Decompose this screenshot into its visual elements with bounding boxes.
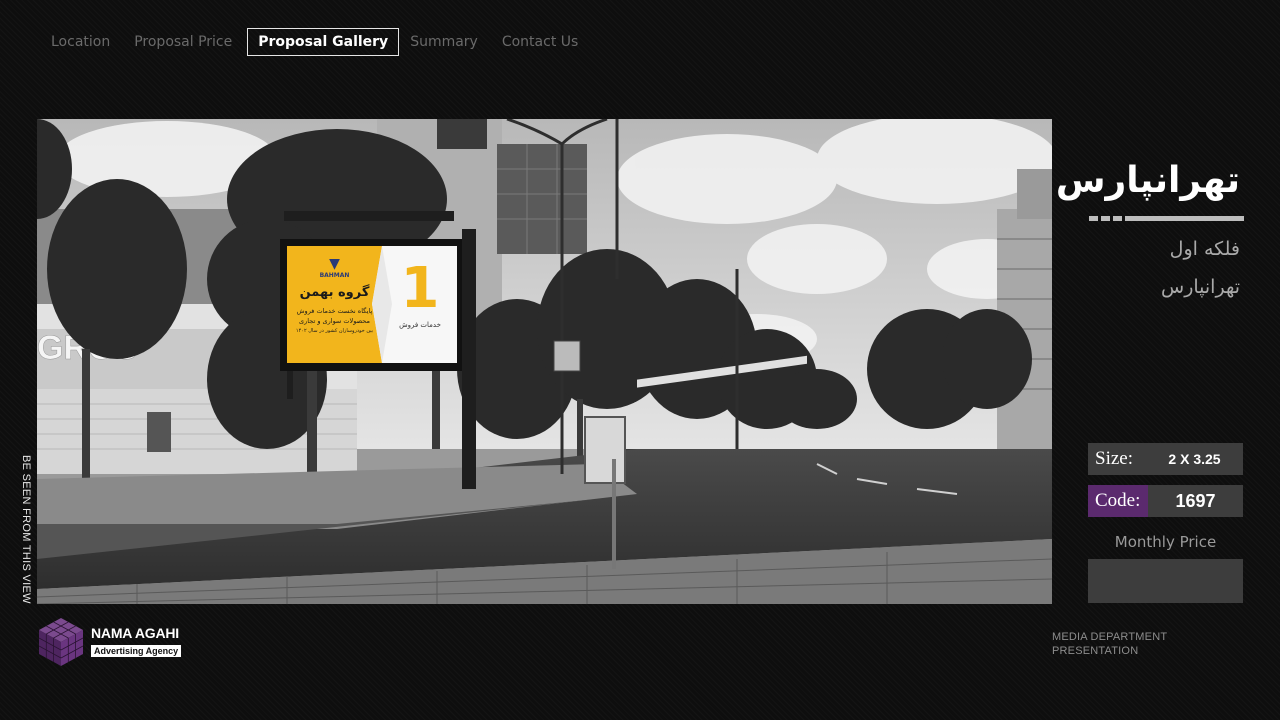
media-department: MEDIA DEPARTMENT PRESENTATION (1052, 630, 1167, 658)
nav-proposal-price[interactable]: Proposal Price (127, 27, 239, 57)
size-label: Size: (1088, 443, 1146, 475)
logo-name: NAMA AGAHI (91, 625, 179, 641)
monthly-price-label: Monthly Price (1114, 533, 1217, 551)
top-nav: Location Proposal Price Proposal Gallery… (44, 27, 595, 57)
view-caption: BE SEEN FROM THIS VIEW (20, 455, 32, 604)
title-underline (1089, 216, 1244, 221)
code-value: 1697 (1148, 485, 1243, 517)
size-box: Size: 2 X 3.25 (1088, 443, 1243, 475)
billboard-text: ▼ BAHMAN گروه بهمن پایگاه نخست خدمات فرو… (295, 256, 374, 334)
media-line-1: MEDIA DEPARTMENT (1052, 631, 1168, 643)
media-line-2: PRESENTATION (1052, 645, 1139, 657)
billboard-number-block: 1 خدمات فروش (399, 256, 441, 330)
location-subtitle-2: تهرانپارس (1161, 276, 1240, 298)
nav-contact-us[interactable]: Contact Us (495, 27, 585, 57)
nav-proposal-gallery[interactable]: Proposal Gallery (247, 28, 400, 56)
code-label: Code: (1088, 485, 1148, 517)
logo-tagline: Advertising Agency (91, 645, 182, 657)
location-title: تهرانپارس (1055, 160, 1240, 201)
monthly-price-value (1088, 559, 1243, 603)
company-logo: NAMA AGAHI Advertising Agency (37, 616, 182, 668)
nav-location[interactable]: Location (44, 27, 117, 57)
size-value: 2 X 3.25 (1146, 443, 1243, 475)
cube-logo-icon (38, 618, 84, 666)
location-subtitle-1: فلکه اول (1169, 238, 1240, 260)
nav-summary[interactable]: Summary (403, 27, 485, 57)
code-box: Code: 1697 (1088, 485, 1243, 517)
billboard-photo: GROU (37, 119, 1052, 604)
